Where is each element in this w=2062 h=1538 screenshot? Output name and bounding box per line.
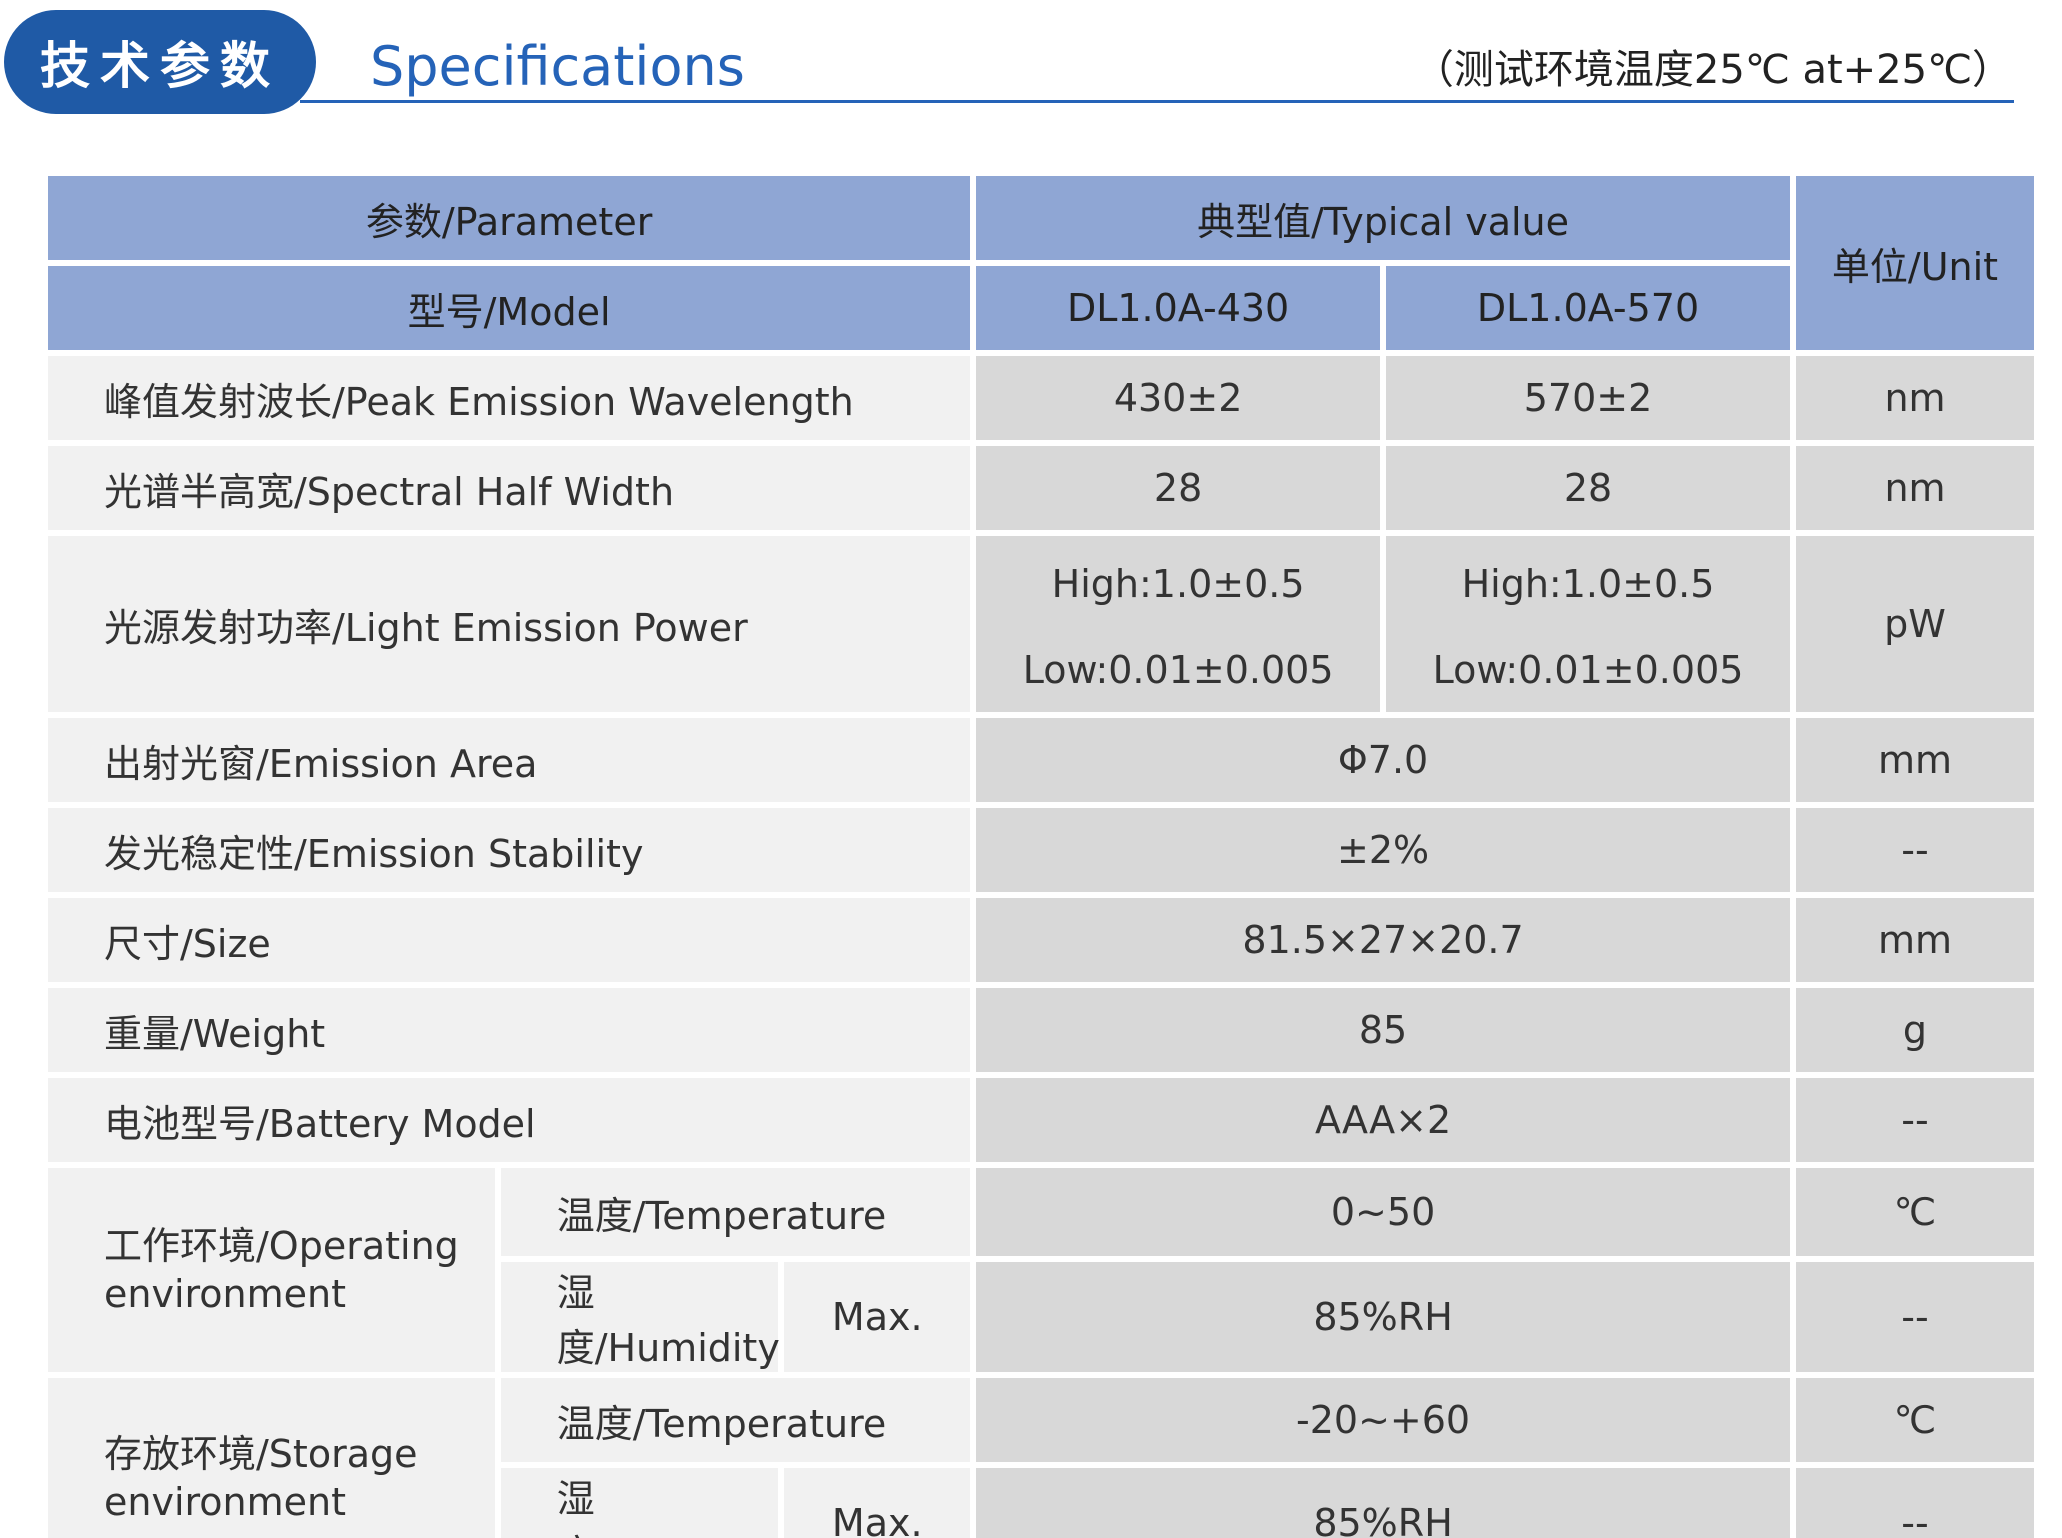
- table-row: 工作环境/Operating environment 温度/Temperatur…: [48, 1168, 2034, 1372]
- table-row: 存放环境/Storage environment 温度/Temperature …: [48, 1378, 2034, 1538]
- header-parameter: 参数/Parameter: [48, 176, 971, 260]
- cell-value: 85%RH: [976, 1262, 1790, 1372]
- cell-value: 81.5×27×20.7: [976, 898, 1790, 982]
- table-row: 尺寸/Size 81.5×27×20.7 mm: [48, 898, 2034, 982]
- table-row: 出射光窗/Emission Area Φ7.0 mm: [48, 718, 2034, 802]
- cell-value: Φ7.0: [976, 718, 1790, 802]
- env-label-line1: 存放环境/Storage: [104, 1432, 418, 1476]
- cell-unit: nm: [1795, 356, 2034, 440]
- cell-unit: ℃: [1795, 1378, 2034, 1462]
- header-model-a: DL1.0A-430: [976, 266, 1381, 350]
- cell-value: 0~50: [976, 1168, 1790, 1256]
- table-row: 光源发射功率/Light Emission Power High:1.0±0.5…: [48, 536, 2034, 712]
- cell-value: -20~+60: [976, 1378, 1790, 1462]
- cell-value: 570±2: [1386, 356, 1790, 440]
- table-header-row: 型号/Model DL1.0A-430 DL1.0A-570: [48, 266, 2034, 350]
- storage-hum-label: 湿度/Humidity: [500, 1468, 780, 1538]
- header-model-b: DL1.0A-570: [1386, 266, 1790, 350]
- power-high: High:1.0±0.5: [1051, 562, 1305, 606]
- row-label: 重量/Weight: [48, 988, 971, 1072]
- row-label: 发光稳定性/Emission Stability: [48, 808, 971, 892]
- row-label: 光谱半高宽/Spectral Half Width: [48, 446, 971, 530]
- row-label: 电池型号/Battery Model: [48, 1078, 971, 1162]
- power-low: Low:0.01±0.005: [1432, 648, 1744, 692]
- power-low: Low:0.01±0.005: [1022, 648, 1334, 692]
- table-row: 电池型号/Battery Model AAA×2 --: [48, 1078, 2034, 1162]
- cell-unit: pW: [1795, 536, 2034, 712]
- section-title: Specifications: [370, 35, 745, 98]
- cell-unit: --: [1795, 1078, 2034, 1162]
- section-header: 技术参数 Specifications （测试环境温度25℃ at+25℃）: [0, 0, 2062, 120]
- row-label: 出射光窗/Emission Area: [48, 718, 971, 802]
- table-row: 发光稳定性/Emission Stability ±2% --: [48, 808, 2034, 892]
- cell-value-power-a: High:1.0±0.5 Low:0.01±0.005: [976, 536, 1381, 712]
- cell-unit: --: [1795, 808, 2034, 892]
- section-badge: 技术参数: [4, 10, 316, 114]
- cell-unit: nm: [1795, 446, 2034, 530]
- env-label-line2: environment: [104, 1480, 347, 1524]
- operating-hum-max: Max.: [784, 1262, 971, 1372]
- operating-hum-label: 湿度/Humidity: [500, 1262, 780, 1372]
- cell-unit: ℃: [1795, 1168, 2034, 1256]
- cell-value-power-b: High:1.0±0.5 Low:0.01±0.005: [1386, 536, 1790, 712]
- cell-value: ±2%: [976, 808, 1790, 892]
- row-label: 峰值发射波长/Peak Emission Wavelength: [48, 356, 971, 440]
- cell-value: 430±2: [976, 356, 1381, 440]
- spec-page: 技术参数 Specifications （测试环境温度25℃ at+25℃） 参…: [0, 0, 2062, 1538]
- cell-unit: --: [1795, 1468, 2034, 1538]
- env-label-line1: 工作环境/Operating: [104, 1224, 459, 1268]
- spec-table: 参数/Parameter 典型值/Typical value 单位/Unit 型…: [42, 170, 2040, 1538]
- cell-value: 28: [1386, 446, 1790, 530]
- cell-value: AAA×2: [976, 1078, 1790, 1162]
- cell-value: 28: [976, 446, 1381, 530]
- env-label-line2: environment: [104, 1272, 347, 1316]
- storage-hum-max: Max.: [784, 1468, 971, 1538]
- cell-unit: g: [1795, 988, 2034, 1072]
- cell-value: 85%RH: [976, 1468, 1790, 1538]
- header-divider: [300, 100, 2014, 103]
- row-label: 光源发射功率/Light Emission Power: [48, 536, 971, 712]
- table-row: 重量/Weight 85 g: [48, 988, 2034, 1072]
- test-conditions: （测试环境温度25℃ at+25℃）: [1413, 47, 2012, 93]
- storage-env-label: 存放环境/Storage environment: [48, 1378, 495, 1538]
- cell-value: 85: [976, 988, 1790, 1072]
- header-unit: 单位/Unit: [1795, 176, 2034, 350]
- power-high: High:1.0±0.5: [1461, 562, 1715, 606]
- cell-unit: --: [1795, 1262, 2034, 1372]
- cell-unit: mm: [1795, 718, 2034, 802]
- operating-temp-label: 温度/Temperature: [500, 1168, 971, 1256]
- storage-temp-label: 温度/Temperature: [500, 1378, 971, 1462]
- table-row: 峰值发射波长/Peak Emission Wavelength 430±2 57…: [48, 356, 2034, 440]
- table-row: 光谱半高宽/Spectral Half Width 28 28 nm: [48, 446, 2034, 530]
- row-label: 尺寸/Size: [48, 898, 971, 982]
- cell-unit: mm: [1795, 898, 2034, 982]
- header-typical-value: 典型值/Typical value: [976, 176, 1790, 260]
- table-header-row: 参数/Parameter 典型值/Typical value 单位/Unit: [48, 176, 2034, 350]
- operating-env-label: 工作环境/Operating environment: [48, 1168, 495, 1372]
- header-model: 型号/Model: [48, 266, 971, 350]
